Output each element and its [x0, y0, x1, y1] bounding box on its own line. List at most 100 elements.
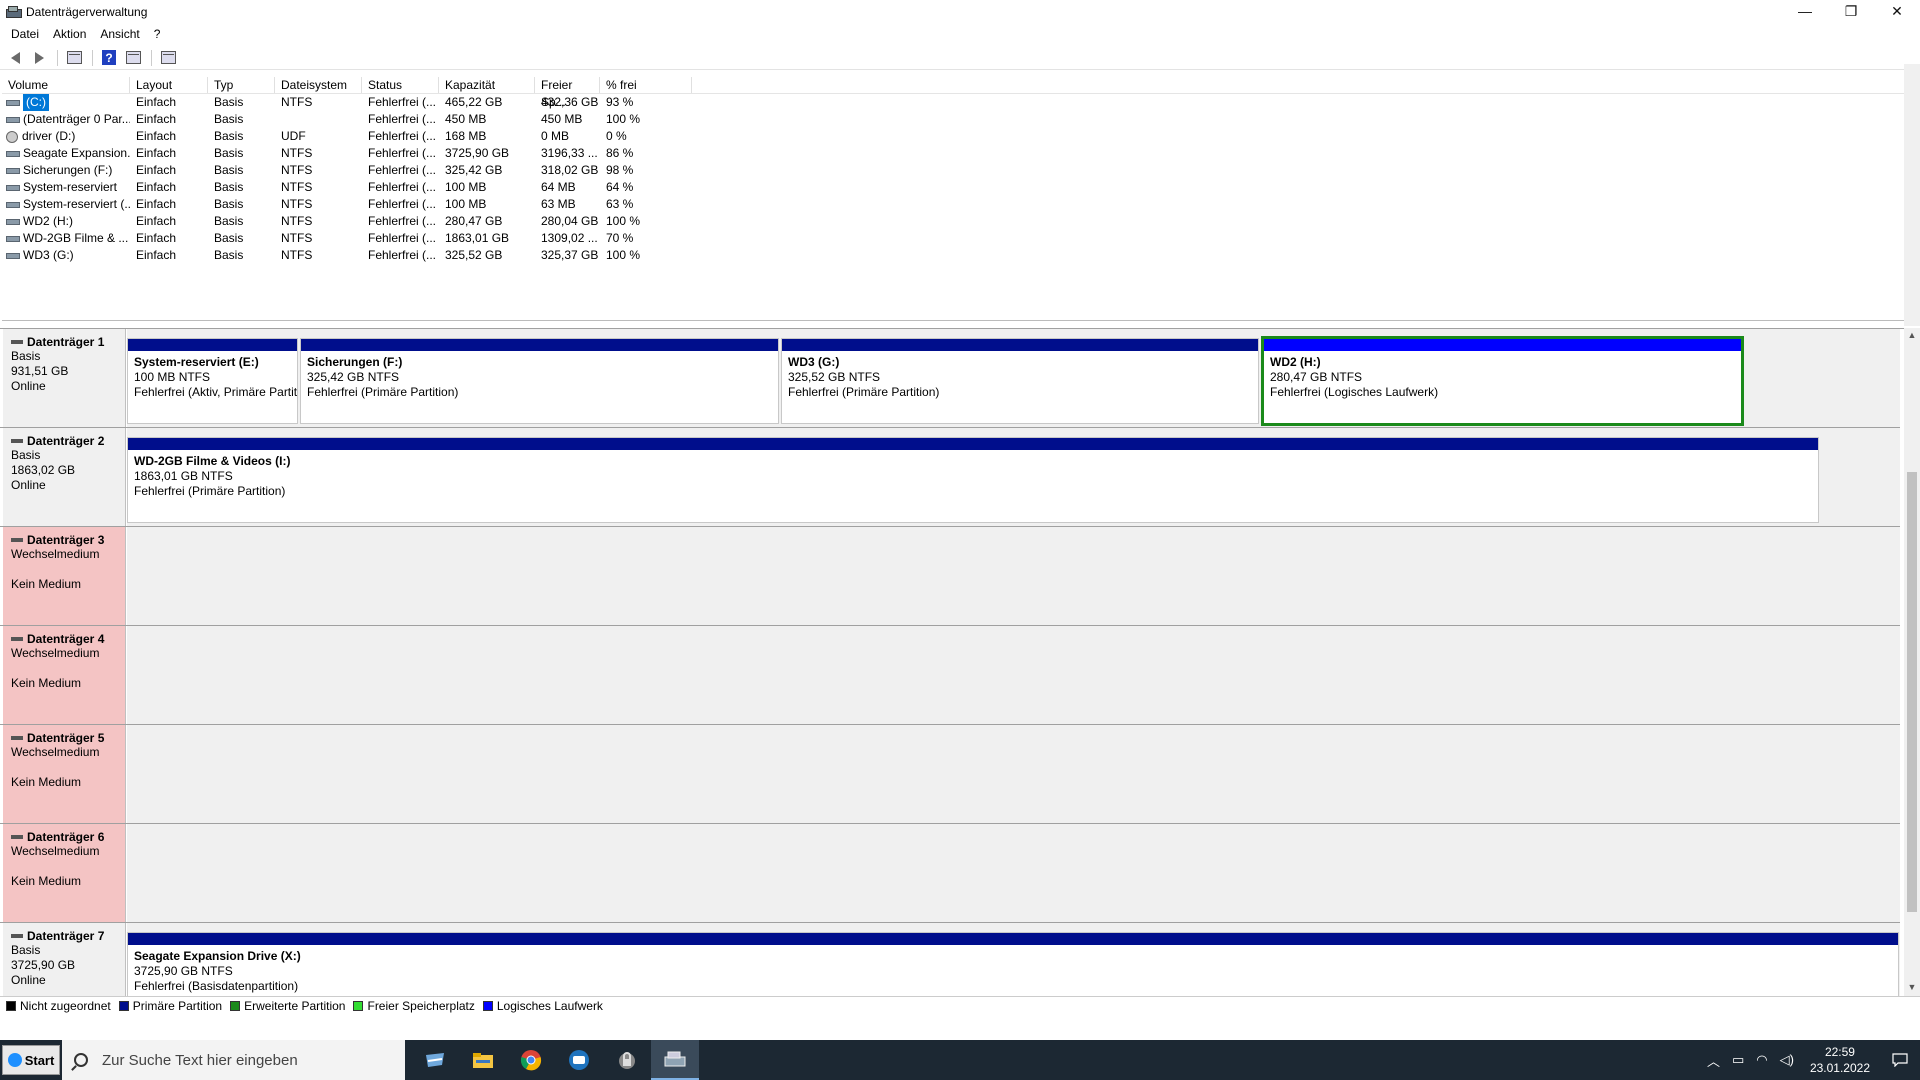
partition[interactable]: Seagate Expansion Drive (X:) 3725,90 GB … [127, 932, 1899, 996]
volume-cell: NTFS [281, 214, 313, 228]
drive-icon [6, 201, 20, 208]
column-dateisystem[interactable]: Dateisystem [275, 77, 362, 93]
disk-view-scrollbar[interactable]: ▲ ▼ [1904, 328, 1920, 996]
column-volume[interactable]: Volume [2, 77, 130, 93]
disk-label[interactable]: Datenträger 7 Basis 3725,90 GB Online [3, 923, 126, 996]
volume-name: System-reserviert [23, 180, 118, 194]
view-list-icon [160, 51, 176, 64]
menu-help[interactable]: ? [147, 27, 168, 41]
forward-button[interactable] [28, 48, 50, 68]
help-button[interactable]: ? [98, 48, 120, 68]
column-freier-speicher[interactable]: Freier Sp... [535, 77, 600, 109]
menu-ansicht[interactable]: Ansicht [93, 27, 146, 41]
back-button[interactable] [4, 48, 26, 68]
window-controls: — ❐ ✕ [1782, 0, 1920, 24]
meet-now-icon[interactable]: ▭ [1732, 1052, 1744, 1068]
volume-row[interactable]: WD2 (H:) Einfach Basis NTFS Fehlerfrei (... 2… [2, 213, 1918, 230]
volume-row[interactable]: System-reserviert Einfach Basis NTFS Fehlerf… [2, 179, 1918, 196]
scroll-up-icon[interactable]: ▲ [1907, 330, 1917, 342]
taskbar-app-chrome[interactable] [507, 1040, 555, 1080]
volume-cell: System-reserviert (... [2, 196, 130, 213]
disk-label[interactable]: Datenträger 1 Basis 931,51 GB Online [3, 329, 126, 427]
disk-label[interactable]: Datenträger 3 Wechselmedium Kein Medium [3, 527, 126, 625]
wifi-icon[interactable]: ◠ [1756, 1052, 1767, 1068]
partition-bar [301, 339, 778, 351]
disk-label[interactable]: Datenträger 6 Wechselmedium Kein Medium [3, 824, 126, 922]
disk-label[interactable]: Datenträger 2 Basis 1863,02 GB Online [3, 428, 126, 526]
volume-row[interactable]: Seagate Expansion... Einfach Basis NTFS Fehl… [2, 145, 1918, 162]
column-typ[interactable]: Typ [208, 77, 275, 93]
partition[interactable]: Sicherungen (F:) 325,42 GB NTFS Fehlerfr… [300, 338, 779, 424]
disk-row: Datenträger 1 Basis 931,51 GB Online Sys… [0, 329, 1900, 428]
scroll-down-icon[interactable]: ▼ [1907, 982, 1917, 994]
disk-icon [11, 538, 23, 542]
volume-cell: Basis [214, 129, 244, 143]
volume-cell: Einfach [136, 163, 177, 177]
taskbar-app-disk-management[interactable] [651, 1040, 699, 1080]
search-icon [74, 1053, 88, 1067]
view-button[interactable] [157, 48, 179, 68]
clock[interactable]: 22:59 23.01.2022 [1810, 1044, 1870, 1076]
disk-name: Datenträger 3 [11, 533, 125, 547]
volume-cell: 1863,01 GB [445, 231, 510, 245]
column-kapazitaet[interactable]: Kapazität [439, 77, 535, 93]
disk-status: Online [11, 478, 46, 492]
partition-selected[interactable]: WD2 (H:) 280,47 GB NTFS Fehlerfrei (Logi… [1261, 336, 1744, 426]
close-button[interactable]: ✕ [1874, 0, 1920, 22]
column-status[interactable]: Status [362, 77, 439, 93]
legend-swatch [118, 1000, 129, 1011]
volume-name: WD2 (H:) [23, 214, 73, 228]
volume-cell: Basis [214, 197, 244, 211]
restore-button[interactable]: ❐ [1828, 0, 1874, 22]
volume-cell: Fehlerfrei (... [368, 112, 437, 126]
taskbar-app-messenger[interactable] [555, 1040, 603, 1080]
disk-name: Datenträger 1 [11, 335, 125, 349]
drive-icon [6, 99, 20, 106]
partition[interactable]: System-reserviert (E:) 100 MB NTFS Fehle… [127, 338, 298, 424]
volume-cell: Einfach [136, 214, 177, 228]
disk-label[interactable]: Datenträger 5 Wechselmedium Kein Medium [3, 725, 126, 823]
taskbar-app-custom[interactable] [411, 1040, 459, 1080]
volume-row[interactable]: (Datenträger 0 Par... Einfach Basis Fehlerf… [2, 111, 1918, 128]
column-layout[interactable]: Layout [130, 77, 208, 93]
menu-aktion[interactable]: Aktion [46, 27, 93, 41]
volume-row[interactable]: WD-2GB Filme & ... Einfach Basis NTFS Fehler… [2, 230, 1918, 247]
volume-row[interactable]: driver (D:) Einfach Basis UDF Fehlerfrei (..… [2, 128, 1918, 145]
taskbar-app-explorer[interactable] [459, 1040, 507, 1080]
volume-cell: WD-2GB Filme & ... [2, 230, 130, 247]
chevron-up-icon[interactable]: ︿ [1707, 1051, 1720, 1070]
volume-list-scrollbar[interactable] [1904, 64, 1920, 326]
disk-partitions: WD-2GB Filme & Videos (I:) 1863,01 GB NT… [127, 428, 1900, 526]
taskbar-app-security[interactable] [603, 1040, 651, 1080]
volume-row[interactable]: (C:) Einfach Basis NTFS Fehlerfrei (... 465,2… [2, 94, 1918, 111]
chrome-icon [520, 1050, 542, 1071]
scrollbar-thumb[interactable] [1907, 472, 1917, 912]
volume-cell: 325,37 GB [541, 248, 599, 262]
start-button[interactable]: Start [2, 1045, 60, 1075]
notification-button[interactable] [1880, 1040, 1920, 1080]
partition[interactable]: WD-2GB Filme & Videos (I:) 1863,01 GB NT… [127, 437, 1819, 523]
taskbar-search[interactable]: Zur Suche Text hier eingeben [62, 1040, 405, 1080]
back-arrow-icon [10, 51, 20, 64]
menu-datei[interactable]: Datei [4, 27, 46, 41]
volume-cell: 63 % [606, 197, 634, 211]
disk-row: Datenträger 6 Wechselmedium Kein Medium [0, 824, 1900, 923]
volume-icon[interactable]: ◁) [1780, 1052, 1794, 1068]
partition[interactable]: WD3 (G:) 325,52 GB NTFS Fehlerfrei (Prim… [781, 338, 1259, 424]
disk-label[interactable]: Datenträger 4 Wechselmedium Kein Medium [3, 626, 126, 724]
disk-management-icon [6, 6, 22, 18]
partition-text: WD2 (H:) 280,47 GB NTFS Fehlerfrei (Logi… [1264, 351, 1741, 400]
console-tree-button[interactable] [63, 48, 85, 68]
volume-cell: Einfach [136, 248, 177, 262]
minimize-button[interactable]: — [1782, 0, 1828, 22]
volume-row[interactable]: WD3 (G:) Einfach Basis NTFS Fehlerfrei (... 3… [2, 247, 1918, 264]
volume-row[interactable]: System-reserviert (... Einfach Basis NTFS Fe… [2, 196, 1918, 213]
disk-status: Online [11, 973, 46, 987]
legend-label: Primäre Partition [132, 998, 223, 1013]
properties-button[interactable] [122, 48, 144, 68]
disk-status: Kein Medium [11, 874, 82, 888]
disk-status: Online [11, 379, 46, 393]
legend-item: Freier Speicherplatz [353, 999, 475, 1013]
column-prozent-frei[interactable]: % frei [600, 77, 692, 93]
volume-row[interactable]: Sicherungen (F:) Einfach Basis NTFS Fehlerfr… [2, 162, 1918, 179]
